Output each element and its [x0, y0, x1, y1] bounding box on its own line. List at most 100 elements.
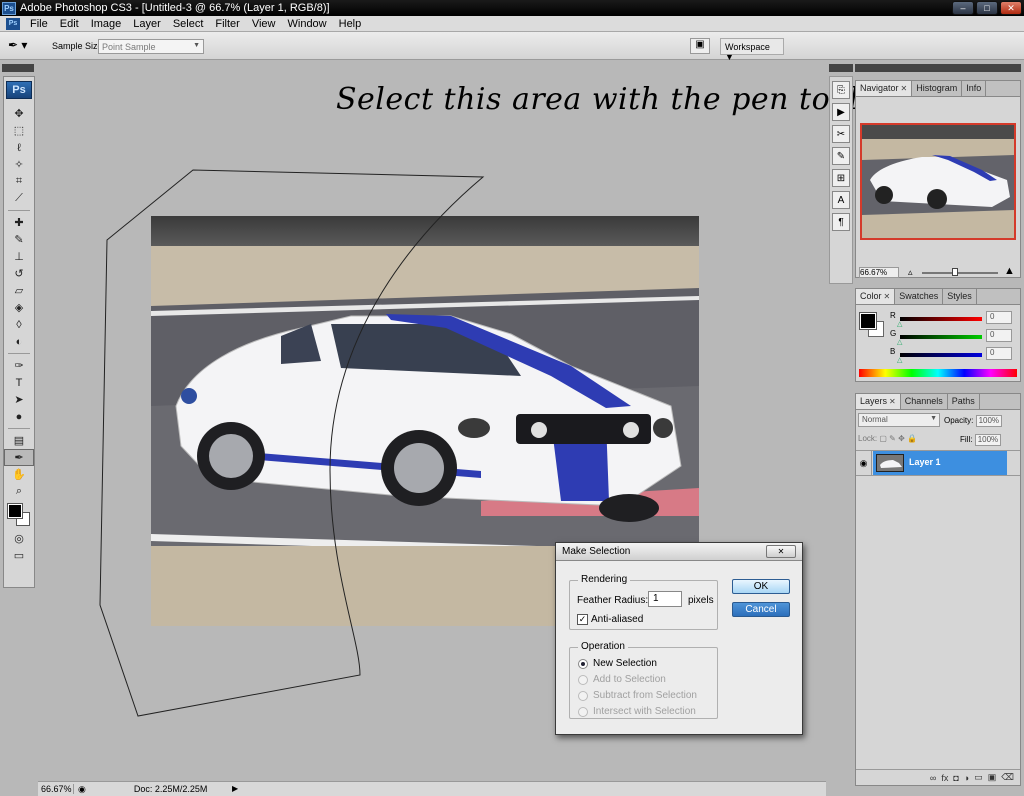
- clone-stamp-tool-icon[interactable]: ⊥: [4, 248, 34, 265]
- menu-image[interactable]: Image: [85, 18, 128, 30]
- menu-edit[interactable]: Edit: [54, 18, 85, 30]
- layer-row[interactable]: ◉ Layer 1: [856, 450, 1020, 476]
- zoom-level[interactable]: 66.67%: [38, 784, 74, 794]
- layer-selected[interactable]: Layer 1: [873, 451, 1007, 475]
- tab-color[interactable]: Color ✕: [856, 289, 896, 304]
- marquee-tool-icon[interactable]: ⬚: [4, 122, 34, 139]
- opacity-field[interactable]: 100%: [975, 415, 1002, 427]
- tab-layers[interactable]: Layers ✕: [856, 394, 901, 409]
- slider-marker-icon[interactable]: △: [897, 338, 902, 346]
- maximize-button[interactable]: □: [976, 1, 998, 15]
- eyedropper-tool-icon[interactable]: ✒: [4, 449, 34, 466]
- brushes-panel-icon[interactable]: ✎: [832, 147, 850, 165]
- ok-button[interactable]: OK: [732, 579, 790, 594]
- eyedropper-icon[interactable]: ✒ ▾: [8, 38, 30, 54]
- zoom-tool-icon[interactable]: ⌕: [4, 483, 34, 500]
- tool-presets-icon[interactable]: ✂: [832, 125, 850, 143]
- new-layer-icon[interactable]: ▣: [988, 772, 997, 783]
- menu-help[interactable]: Help: [333, 18, 368, 30]
- type-tool-icon[interactable]: T: [4, 374, 34, 391]
- slider-marker-icon[interactable]: △: [897, 320, 902, 328]
- photoshop-logo[interactable]: Ps: [6, 81, 32, 99]
- red-slider[interactable]: [900, 317, 982, 321]
- bridge-icon[interactable]: ▣: [690, 38, 710, 54]
- radio-button[interactable]: [578, 658, 588, 669]
- tab-navigator[interactable]: Navigator ✕: [856, 81, 913, 96]
- radio-button[interactable]: [578, 674, 588, 685]
- lock-icon[interactable]: ▢ ✎ ✥ 🔒: [879, 434, 917, 443]
- tab-styles[interactable]: Styles: [943, 289, 977, 304]
- paint-bucket-tool-icon[interactable]: ◈: [4, 299, 34, 316]
- subtract-from-selection-option[interactable]: Subtract from Selection: [578, 690, 697, 701]
- crop-tool-icon[interactable]: ⌗: [4, 173, 34, 190]
- screen-mode-icon[interactable]: ▭: [4, 547, 34, 564]
- history-panel-icon[interactable]: ⎘: [832, 81, 850, 99]
- radio-button[interactable]: [578, 706, 588, 717]
- new-selection-option[interactable]: New Selection: [578, 658, 657, 669]
- cancel-button[interactable]: Cancel: [732, 602, 790, 617]
- healing-brush-tool-icon[interactable]: ✚: [4, 214, 34, 231]
- panel-dock-handle[interactable]: [855, 64, 1021, 72]
- green-value[interactable]: 0: [986, 329, 1012, 342]
- workspace-menu[interactable]: Workspace ▼: [720, 38, 784, 62]
- foreground-color-swatch[interactable]: [859, 312, 877, 330]
- magic-wand-tool-icon[interactable]: ✧: [4, 156, 34, 173]
- dialog-close-button[interactable]: ✕: [766, 545, 796, 558]
- navigator-zoom-field[interactable]: 66.67%: [859, 267, 899, 278]
- history-brush-tool-icon[interactable]: ↺: [4, 265, 34, 282]
- status-menu-arrow-icon[interactable]: ▶: [232, 784, 238, 793]
- slider-marker-icon[interactable]: △: [897, 356, 902, 364]
- layer-style-icon[interactable]: fx: [941, 773, 948, 783]
- blue-value[interactable]: 0: [986, 347, 1012, 360]
- quick-mask-icon[interactable]: ◎: [4, 530, 34, 547]
- app-menu-icon[interactable]: Ps: [6, 17, 20, 30]
- blend-mode-select[interactable]: Normal ▼: [858, 413, 940, 427]
- move-tool-icon[interactable]: ✥: [4, 105, 34, 122]
- navigator-preview[interactable]: [860, 123, 1016, 240]
- hand-tool-icon[interactable]: ✋: [4, 466, 34, 483]
- sample-size-select[interactable]: Point Sample ▼: [98, 39, 204, 54]
- menu-select[interactable]: Select: [167, 18, 210, 30]
- lasso-tool-icon[interactable]: ℓ: [4, 139, 34, 156]
- tab-info[interactable]: Info: [962, 81, 987, 96]
- pen-tool-icon[interactable]: ✑: [4, 357, 34, 374]
- fill-field[interactable]: 100%: [974, 434, 1001, 446]
- menu-view[interactable]: View: [246, 18, 282, 30]
- blur-tool-icon[interactable]: ◊: [4, 316, 34, 333]
- clone-source-icon[interactable]: ⊞: [832, 169, 850, 187]
- zoom-out-icon[interactable]: ▵: [908, 267, 913, 278]
- paragraph-panel-icon[interactable]: ¶: [832, 213, 850, 231]
- character-panel-icon[interactable]: A: [832, 191, 850, 209]
- visibility-eye-icon[interactable]: ◉: [856, 451, 872, 475]
- zoom-in-icon[interactable]: ▲: [1004, 265, 1015, 277]
- link-layers-icon[interactable]: ∞: [930, 773, 936, 783]
- green-slider[interactable]: [900, 335, 982, 339]
- radio-button[interactable]: [578, 690, 588, 701]
- menu-layer[interactable]: Layer: [127, 18, 167, 30]
- menu-window[interactable]: Window: [282, 18, 333, 30]
- path-selection-tool-icon[interactable]: ➤: [4, 391, 34, 408]
- trash-icon[interactable]: ⌫: [1001, 772, 1014, 783]
- slice-tool-icon[interactable]: ⟋: [4, 190, 34, 207]
- tab-paths[interactable]: Paths: [948, 394, 980, 409]
- blue-slider[interactable]: [900, 353, 982, 357]
- intersect-with-selection-option[interactable]: Intersect with Selection: [578, 706, 696, 717]
- tab-histogram[interactable]: Histogram: [912, 81, 963, 96]
- red-value[interactable]: 0: [986, 311, 1012, 324]
- add-to-selection-option[interactable]: Add to Selection: [578, 674, 666, 685]
- layer-mask-icon[interactable]: ◘: [953, 773, 958, 783]
- notes-tool-icon[interactable]: ▤: [4, 432, 34, 449]
- status-info-icon[interactable]: ◉: [78, 784, 86, 795]
- dodge-tool-icon[interactable]: ◐: [4, 333, 34, 350]
- menu-filter[interactable]: Filter: [209, 18, 245, 30]
- tab-swatches[interactable]: Swatches: [895, 289, 944, 304]
- close-button[interactable]: ✕: [1000, 1, 1022, 15]
- minimize-button[interactable]: –: [952, 1, 974, 15]
- navigator-zoom-slider[interactable]: [922, 268, 998, 276]
- color-spectrum-ramp[interactable]: [859, 369, 1017, 377]
- toolbox-handle[interactable]: [2, 64, 34, 72]
- slider-thumb[interactable]: [952, 268, 958, 276]
- shape-tool-icon[interactable]: ●: [4, 408, 34, 425]
- brush-tool-icon[interactable]: ✎: [4, 231, 34, 248]
- anti-aliased-checkbox[interactable]: ✓: [577, 614, 588, 625]
